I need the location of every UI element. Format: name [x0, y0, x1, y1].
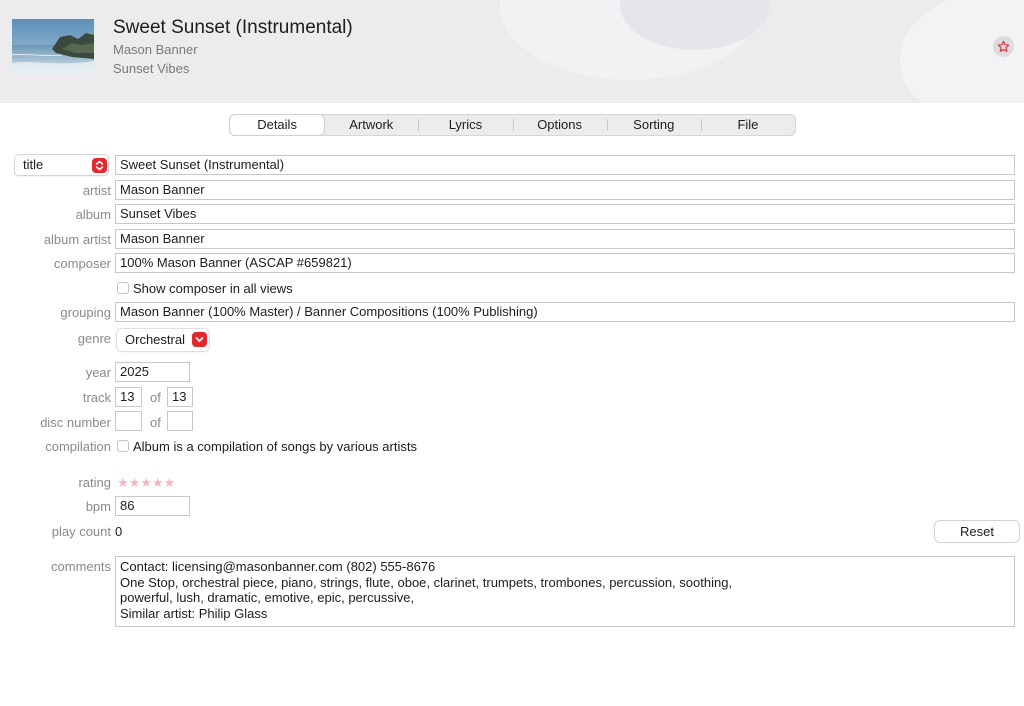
grouping-input[interactable]: Mason Banner (100% Master) / Banner Comp…	[115, 302, 1015, 322]
album-artist-input[interactable]: Mason Banner	[115, 229, 1015, 249]
play-count-value: 0	[115, 524, 123, 539]
disc-number-label: disc number	[40, 415, 111, 430]
composer-input[interactable]: 100% Mason Banner (ASCAP #659821)	[115, 253, 1015, 273]
compilation-label: compilation	[45, 439, 111, 454]
genre-value: Orchestral	[125, 332, 185, 347]
disc-total-input[interactable]	[167, 411, 193, 431]
chevron-down-icon	[192, 332, 207, 347]
play-count-label: play count	[51, 524, 111, 539]
tab-file[interactable]: File	[700, 115, 795, 135]
show-composer-label: Show composer in all views	[133, 281, 293, 296]
tab-options[interactable]: Options	[512, 115, 607, 135]
compilation-checkbox[interactable]	[117, 440, 129, 452]
composer-label: composer	[53, 256, 111, 271]
compilation-checkbox-label: Album is a compilation of songs by vario…	[133, 439, 417, 454]
comments-line: powerful, lush, dramatic, emotive, epic,…	[120, 590, 415, 605]
title-selector-label: title	[23, 157, 44, 172]
disc-number-input[interactable]	[115, 411, 142, 431]
rating-stars[interactable]: ★★★★★	[117, 475, 175, 491]
genre-popup[interactable]: Orchestral	[117, 329, 209, 351]
track-label: track	[82, 390, 111, 405]
track-header: Sweet Sunset (Instrumental) Mason Banner…	[0, 0, 1024, 103]
up-down-chevron-icon	[92, 158, 107, 173]
comments-line: Similar artist: Philip Glass	[120, 605, 268, 621]
tab-bar: Details Artwork Lyrics Options Sorting F…	[229, 114, 796, 136]
bpm-label: bpm	[85, 499, 111, 514]
tab-sorting[interactable]: Sorting	[606, 115, 701, 135]
comments-line: One Stop, orchestral piece, piano, strin…	[120, 574, 733, 590]
grouping-label: grouping	[60, 305, 111, 320]
favorite-button[interactable]	[993, 36, 1014, 57]
album-label: album	[75, 207, 111, 222]
bpm-input[interactable]: 86	[115, 496, 190, 516]
tab-artwork[interactable]: Artwork	[324, 115, 418, 135]
comments-textarea[interactable]: Contact: licensing@masonbanner.com (802)…	[115, 556, 1015, 627]
track-total-input[interactable]: 13	[167, 387, 193, 407]
genre-label: genre	[77, 331, 111, 346]
album-artwork[interactable]	[12, 19, 94, 74]
comments-line: Contact: licensing@masonbanner.com (802)…	[120, 559, 436, 574]
rating-label: rating	[78, 475, 111, 490]
album-artist-label: album artist	[43, 232, 111, 247]
track-of-label: of	[150, 390, 161, 405]
tab-details[interactable]: Details	[230, 115, 325, 135]
title-input[interactable]: Sweet Sunset (Instrumental)	[115, 155, 1015, 175]
album-input[interactable]: Sunset Vibes	[115, 204, 1015, 224]
year-input[interactable]: 2025	[115, 362, 190, 382]
track-title: Sweet Sunset (Instrumental)	[113, 17, 353, 38]
tab-lyrics[interactable]: Lyrics	[418, 115, 512, 135]
track-album: Sunset Vibes	[113, 61, 190, 76]
track-number-input[interactable]: 13	[115, 387, 142, 407]
artist-label: artist	[82, 183, 111, 198]
track-artist: Mason Banner	[113, 42, 198, 57]
title-field-selector[interactable]: title	[14, 154, 109, 176]
disc-of-label: of	[150, 415, 161, 430]
comments-label: comments	[51, 559, 111, 574]
show-composer-checkbox[interactable]	[117, 282, 129, 294]
artist-input[interactable]: Mason Banner	[115, 180, 1015, 200]
year-label: year	[85, 365, 111, 380]
star-icon	[997, 40, 1010, 52]
reset-play-count-button[interactable]: Reset	[935, 521, 1019, 542]
